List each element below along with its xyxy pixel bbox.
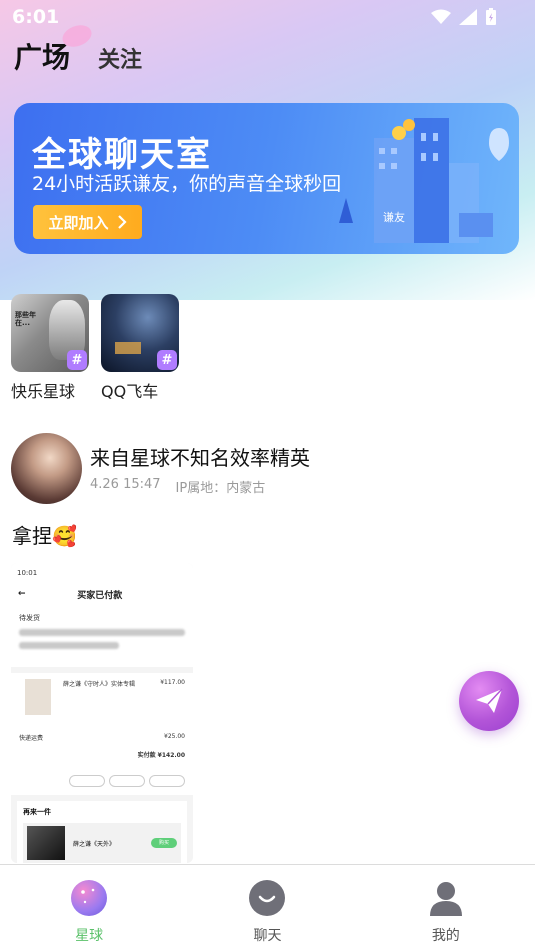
send-icon bbox=[476, 688, 503, 713]
city-illustration: 谦友 bbox=[339, 118, 509, 243]
image-pill bbox=[69, 775, 105, 787]
image-buy-again: 再来一件 薛之谦《天外》 购买 bbox=[17, 801, 187, 863]
nav-label-mine: 我的 bbox=[431, 928, 460, 944]
join-now-label: 立即加入 bbox=[48, 213, 109, 232]
image-product-row: 薛之谦《守时人》实体专辑 ¥117.00 bbox=[11, 673, 193, 727]
avatar[interactable] bbox=[11, 433, 82, 504]
image-total: 实付款 ¥142.00 bbox=[137, 752, 185, 759]
banner-subtitle: 24小时活跃谦友，你的声音全球秒回 bbox=[32, 173, 342, 195]
back-arrow-icon: ← bbox=[18, 589, 26, 599]
room-label: 快乐星球 bbox=[11, 382, 76, 401]
image-buy-again-label: 再来一件 bbox=[23, 808, 51, 816]
chat-face-icon bbox=[249, 880, 286, 916]
post-image[interactable]: 10:01 ← 买家已付款 待发货 薛之谦《守时人》实体专辑 ¥117.00 快… bbox=[11, 563, 193, 863]
room-thumbnail: 那些年 在... # bbox=[11, 294, 89, 372]
image-pill bbox=[109, 775, 145, 787]
rec-thumbnail bbox=[27, 826, 65, 860]
room-thumbnail-text: 那些年 在... bbox=[15, 311, 36, 327]
image-titlebar: ← 买家已付款 bbox=[11, 583, 193, 605]
bottom-nav: 星球 聊天 我的 bbox=[0, 864, 535, 951]
post-date: 4.26 15:47 bbox=[90, 476, 161, 492]
post-ip-location: IP属地：内蒙古 bbox=[175, 480, 266, 496]
nav-item-planet[interactable]: 星球 bbox=[0, 865, 178, 951]
house-figure bbox=[115, 342, 141, 354]
post-header: 来自星球不知名效率精英 4.26 15:47 IP属地：内蒙古 bbox=[11, 433, 310, 504]
tab-following-label: 关注 bbox=[98, 48, 143, 73]
post-meta: 4.26 15:47 IP属地：内蒙古 bbox=[90, 477, 310, 496]
image-shipping-price: ¥25.00 bbox=[164, 733, 185, 740]
image-status-bar: 10:01 bbox=[11, 563, 193, 583]
image-shipping-label: 快递运费 bbox=[19, 735, 44, 742]
image-rec-product: 薛之谦《天外》 bbox=[73, 840, 116, 848]
room-thumbnail: # bbox=[101, 294, 179, 372]
header-tabs: 广场 关注 bbox=[14, 21, 142, 76]
image-product-price: ¥117.00 bbox=[160, 679, 185, 686]
post-author[interactable]: 来自星球不知名效率精英 bbox=[90, 442, 310, 471]
tab-square-label: 广场 bbox=[14, 41, 71, 74]
product-thumbnail bbox=[25, 679, 51, 715]
status-time: 6:01 bbox=[12, 6, 60, 28]
blurred-address bbox=[19, 642, 119, 649]
image-product-name: 薛之谦《守时人》实体专辑 bbox=[63, 681, 136, 688]
image-action-buttons bbox=[11, 775, 193, 795]
publish-fab[interactable] bbox=[459, 671, 519, 731]
image-page-title: 买家已付款 bbox=[77, 590, 123, 601]
room-qq-speed[interactable]: # QQ飞车 bbox=[101, 294, 179, 402]
user-icon bbox=[428, 880, 464, 916]
image-pill bbox=[149, 775, 185, 787]
join-now-button[interactable]: 立即加入 bbox=[33, 205, 142, 239]
image-recommend-row: 薛之谦《天外》 购买 bbox=[23, 823, 181, 863]
chatroom-banner[interactable]: 全球聊天室 24小时活跃谦友，你的声音全球秒回 立即加入 谦友 bbox=[14, 103, 519, 254]
chat-rooms: 那些年 在... # 快乐星球 # QQ飞车 bbox=[11, 294, 179, 402]
wifi-icon bbox=[431, 9, 451, 24]
blurred-address bbox=[19, 629, 185, 636]
image-rec-button: 购买 bbox=[151, 838, 177, 848]
image-order-status: 待发货 bbox=[19, 614, 40, 622]
chevron-right-icon bbox=[117, 215, 127, 229]
topic-hash-icon: # bbox=[157, 350, 177, 370]
tab-square[interactable]: 广场 bbox=[14, 21, 95, 76]
status-icons bbox=[431, 8, 497, 26]
tab-following[interactable]: 关注 bbox=[98, 42, 142, 74]
signal-icon bbox=[459, 9, 477, 25]
nav-label-planet: 星球 bbox=[75, 928, 104, 944]
nav-item-chat[interactable]: 聊天 bbox=[178, 865, 356, 951]
topic-hash-icon: # bbox=[67, 350, 87, 370]
room-happy-planet[interactable]: 那些年 在... # 快乐星球 bbox=[11, 294, 89, 402]
planet-icon bbox=[71, 880, 108, 916]
room-label: QQ飞车 bbox=[101, 382, 159, 401]
post-user-info: 来自星球不知名效率精英 4.26 15:47 IP属地：内蒙古 bbox=[90, 442, 310, 496]
shipping-row: 快递运费 ¥25.00 bbox=[19, 733, 185, 742]
nav-label-chat: 聊天 bbox=[253, 928, 282, 944]
nav-item-mine[interactable]: 我的 bbox=[357, 865, 535, 951]
image-status-time: 10:01 bbox=[17, 569, 38, 577]
image-summary: 快递运费 ¥25.00 实付款 ¥142.00 bbox=[11, 727, 193, 775]
image-address-section: 待发货 bbox=[11, 605, 193, 667]
building-sign: 谦友 bbox=[383, 210, 405, 224]
battery-icon bbox=[486, 8, 496, 25]
post-text: 拿捏🥰 bbox=[12, 524, 77, 548]
